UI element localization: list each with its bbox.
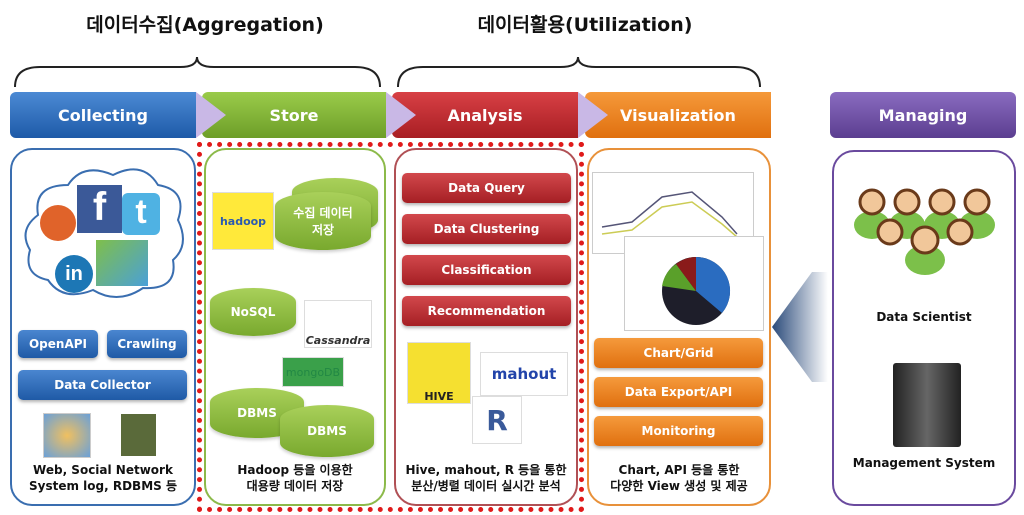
button-label: Monitoring	[641, 424, 716, 438]
button-label: Recommendation	[427, 304, 546, 318]
data-query-button[interactable]: Data Query	[402, 173, 571, 203]
cylinder-label: DBMS	[237, 406, 277, 420]
button-label: Crawling	[117, 337, 177, 351]
pie-chart-thumbnail	[624, 236, 764, 331]
data-clustering-button[interactable]: Data Clustering	[402, 214, 571, 244]
management-system-label: Management System	[852, 456, 996, 470]
stage-collecting: Collecting	[10, 92, 196, 138]
chevron-right-icon	[578, 92, 608, 138]
utilization-title: 데이터활용(Utilization)	[477, 14, 693, 36]
mahout-logo: mahout	[480, 352, 568, 396]
crawler-icon	[121, 414, 156, 456]
caption-line: Chart, API 등을 통한	[618, 463, 740, 477]
button-label: Data Query	[448, 181, 525, 195]
caption-line: System log, RDBMS 등	[29, 479, 177, 493]
flume-icon	[43, 413, 91, 458]
data-collector-button[interactable]: Data Collector	[18, 370, 187, 400]
aggregation-title: 데이터수집(Aggregation)	[86, 14, 324, 36]
cylinder-label: DBMS	[307, 424, 347, 438]
button-label: Chart/Grid	[643, 346, 714, 360]
twitter-icon: t	[122, 193, 160, 235]
data-scientist-label: Data Scientist	[876, 310, 972, 324]
button-label: Data Clustering	[433, 222, 540, 236]
collecting-caption: Web, Social Network System log, RDBMS 등	[14, 462, 192, 494]
chart-grid-button[interactable]: Chart/Grid	[594, 338, 763, 368]
stage-label: Collecting	[57, 105, 148, 125]
caption-line: Hive, mahout, R 등을 통한	[405, 463, 567, 477]
r-logo: R	[472, 396, 522, 444]
rss-icon	[40, 205, 76, 241]
stage-analysis: Analysis	[392, 92, 578, 138]
button-label: Data Export/API	[624, 385, 733, 399]
caption-line: Hadoop 등을 이용한	[237, 463, 353, 477]
caption-line: 대용량 데이터 저장	[246, 479, 344, 493]
store-caption: Hadoop 등을 이용한대용량 데이터 저장	[206, 462, 384, 494]
people-group-icon	[854, 188, 995, 275]
data-export-api-button[interactable]: Data Export/API	[594, 377, 763, 407]
stage-managing: Managing	[830, 92, 1016, 138]
hive-logo: HIVE	[407, 342, 471, 404]
crawling-button[interactable]: Crawling	[107, 330, 187, 358]
caption-line: 분산/병렬 데이터 실시간 분석	[411, 479, 561, 493]
server-icon	[893, 363, 961, 447]
stage-label: Analysis	[447, 105, 523, 125]
stage-label: Managing	[878, 105, 968, 125]
cylinder-label: 수집 데이터 저장	[293, 206, 353, 237]
cylinder-label: NoSQL	[230, 305, 276, 319]
button-label: OpenAPI	[28, 337, 88, 351]
stage-label: Store	[269, 105, 319, 125]
chevron-right-icon	[386, 92, 416, 138]
stage-label: Visualization	[620, 105, 736, 125]
nosql-cylinder: NoSQL	[210, 288, 296, 336]
braces	[14, 56, 761, 88]
caption-line: 다양한 View 생성 및 제공	[610, 479, 748, 493]
dbms-cylinder: DBMS	[280, 405, 374, 457]
collected-data-storage-cylinder: 수집 데이터 저장	[275, 192, 371, 250]
button-label: Data Collector	[54, 378, 151, 392]
visualization-caption: Chart, API 등을 통한다양한 View 생성 및 제공	[589, 462, 769, 494]
facebook-icon: f	[77, 185, 122, 233]
button-label: Classification	[441, 263, 532, 277]
stage-store: Store	[202, 92, 386, 138]
maps-icon	[96, 240, 148, 286]
openapi-button[interactable]: OpenAPI	[18, 330, 98, 358]
stage-visualization: Visualization	[585, 92, 771, 138]
classification-button[interactable]: Classification	[402, 255, 571, 285]
cassandra-logo: Cassandra	[304, 300, 372, 348]
caption-line: Web, Social Network	[33, 463, 173, 477]
chevron-right-icon	[196, 92, 226, 138]
mongodb-logo: mongoDB	[282, 357, 344, 387]
analysis-caption: Hive, mahout, R 등을 통한분산/병렬 데이터 실시간 분석	[396, 462, 576, 494]
recommendation-button[interactable]: Recommendation	[402, 296, 571, 326]
linkedin-icon: in	[55, 255, 93, 293]
monitoring-button[interactable]: Monitoring	[594, 416, 763, 446]
arrow-left-icon	[772, 272, 828, 382]
hadoop-logo: hadoop	[212, 192, 274, 250]
